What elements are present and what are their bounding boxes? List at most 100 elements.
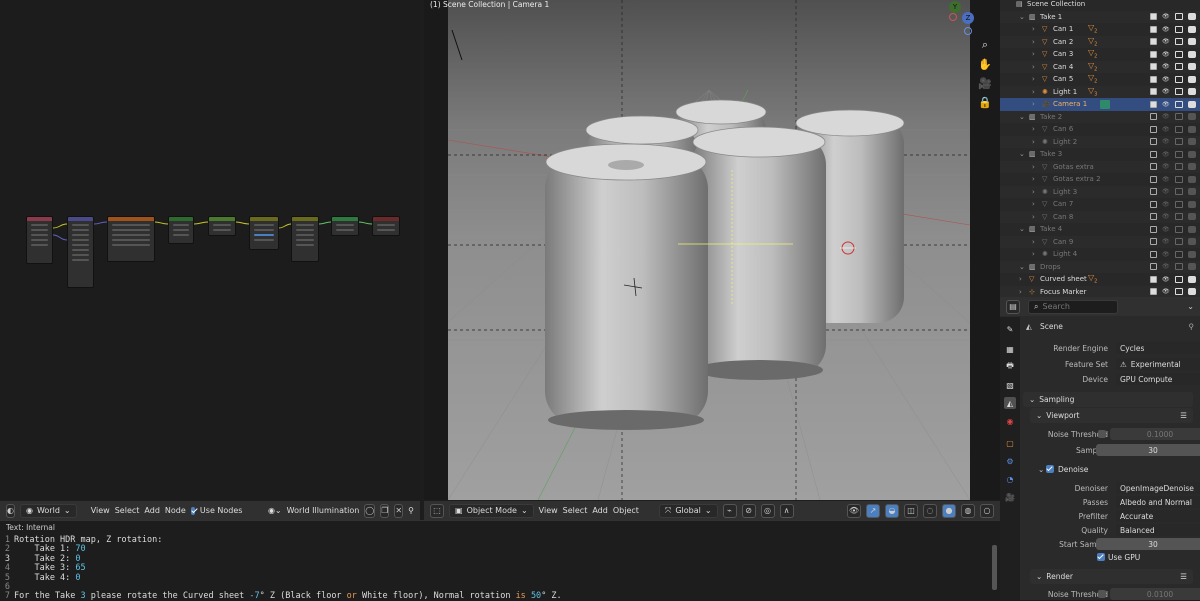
modifier-tab-icon[interactable]: ⚙	[1004, 455, 1016, 467]
mode-dropdown[interactable]: ▣ Object Mode ⌄	[449, 503, 534, 518]
quality-dropdown[interactable]: Balanced⌄	[1116, 524, 1200, 536]
viewport-3d[interactable]: (1) Scene Collection | Camera 1	[424, 0, 1000, 500]
fake-user-icon[interactable]: ◯	[364, 503, 376, 518]
text-line[interactable]: 6	[0, 582, 14, 592]
expand-arrow-icon[interactable]: ›	[1032, 163, 1035, 171]
wireframe-shading-icon[interactable]: ◌	[923, 503, 937, 518]
node-gamma[interactable]	[208, 216, 236, 236]
tool-tab-icon[interactable]: ✎	[1004, 323, 1016, 335]
text-line[interactable]: 7 For the Take 3 please rotate the Curved…	[0, 591, 562, 601]
render-camera-icon[interactable]	[1188, 263, 1196, 271]
expand-arrow-icon[interactable]: ⌄	[1019, 113, 1025, 121]
camera-data-icon[interactable]	[1100, 99, 1110, 109]
outliner-row[interactable]: › ▽ Can 8 👁	[1000, 210, 1200, 223]
prefilter-dropdown[interactable]: Accurate⌄	[1116, 510, 1200, 522]
menu-view[interactable]: View	[539, 506, 558, 515]
exclude-checkbox[interactable]	[1150, 213, 1157, 221]
modifier-badge-icon[interactable]: ▽2	[1088, 73, 1097, 85]
outliner-row[interactable]: › ▽ Gotas extra 👁	[1000, 160, 1200, 173]
solid-shading-icon[interactable]: ●	[942, 503, 956, 518]
text-editor[interactable]: 1 Rotation HDR map, Z rotation: 2 Take 1: …	[0, 534, 1000, 601]
render-camera-icon[interactable]	[1188, 38, 1196, 46]
eye-icon[interactable]: 👁	[1162, 63, 1170, 70]
eye-icon[interactable]: 👁	[1162, 76, 1170, 83]
falloff-icon[interactable]: ∧	[779, 503, 794, 518]
exclude-checkbox[interactable]	[1150, 13, 1157, 21]
outliner-row[interactable]: › ▽ Can 7 👁	[1000, 198, 1200, 211]
shader-type-dropdown[interactable]: ◉ World ⌄	[19, 503, 77, 518]
render-camera-icon[interactable]	[1188, 25, 1196, 33]
monitor-icon[interactable]	[1175, 75, 1183, 83]
menu-view[interactable]: View	[91, 506, 110, 515]
lock-icon[interactable]: 🔒	[975, 93, 995, 111]
expand-arrow-icon[interactable]: ›	[1032, 175, 1035, 183]
monitor-icon[interactable]	[1175, 275, 1183, 283]
expand-arrow-icon[interactable]: ›	[1032, 63, 1035, 71]
expand-arrow-icon[interactable]: ›	[1032, 88, 1035, 96]
monitor-icon[interactable]	[1175, 238, 1183, 246]
eye-icon[interactable]: 👁	[1162, 88, 1170, 95]
eye-icon[interactable]: 👁	[1162, 201, 1170, 208]
feature-set-dropdown[interactable]: ⚠Experimental⌄	[1116, 358, 1200, 370]
gizmo-toggle-icon[interactable]: ↗	[866, 503, 880, 518]
denoise-checkbox[interactable]	[1046, 465, 1054, 473]
node-world-output[interactable]	[372, 216, 400, 236]
noise-threshold-checkbox[interactable]	[1098, 430, 1106, 438]
eye-icon[interactable]: 👁	[1162, 26, 1170, 33]
expand-arrow-icon[interactable]: ›	[1032, 213, 1035, 221]
render-camera-icon[interactable]	[1188, 200, 1196, 208]
expand-arrow-icon[interactable]: ⌄	[1019, 13, 1025, 21]
render-camera-icon[interactable]	[1188, 188, 1196, 196]
render-camera-icon[interactable]	[1188, 88, 1196, 96]
denoiser-dropdown[interactable]: OpenImageDenoise⌄	[1116, 482, 1200, 494]
node-editor[interactable]	[0, 0, 420, 500]
monitor-icon[interactable]	[1175, 175, 1183, 183]
exclude-checkbox[interactable]	[1150, 238, 1157, 246]
menu-node[interactable]: Node	[165, 506, 186, 515]
eye-icon[interactable]: 👁	[1162, 288, 1170, 295]
eye-icon[interactable]: 👁	[1162, 151, 1170, 158]
pin-icon[interactable]: ⚲	[408, 506, 414, 515]
exclude-checkbox[interactable]	[1150, 150, 1157, 158]
gizmo-axis-y[interactable]: Y	[949, 1, 961, 13]
menu-add[interactable]: Add	[144, 506, 160, 515]
monitor-icon[interactable]	[1175, 38, 1183, 46]
monitor-icon[interactable]	[1175, 263, 1183, 271]
zoom-icon[interactable]: ⌕	[975, 36, 995, 54]
exclude-checkbox[interactable]	[1150, 263, 1157, 271]
outliner-row[interactable]: › ▽ Can 2 ▽2 👁	[1000, 35, 1200, 48]
exclude-checkbox[interactable]	[1150, 50, 1157, 58]
object-tab-icon[interactable]: ▢	[1004, 437, 1016, 449]
exclude-checkbox[interactable]	[1150, 88, 1157, 96]
render-camera-icon[interactable]	[1188, 275, 1196, 283]
monitor-icon[interactable]	[1175, 100, 1183, 108]
modifier-badge-icon[interactable]: ▽3	[1088, 86, 1097, 98]
render-camera-icon[interactable]	[1188, 100, 1196, 108]
render-camera-icon[interactable]	[1188, 138, 1196, 146]
expand-arrow-icon[interactable]: ›	[1032, 238, 1035, 246]
monitor-icon[interactable]	[1175, 250, 1183, 258]
render-camera-icon[interactable]	[1188, 113, 1196, 121]
monitor-icon[interactable]	[1175, 50, 1183, 58]
exclude-checkbox[interactable]	[1150, 188, 1157, 196]
world-name-field[interactable]: World Illumination	[287, 506, 360, 515]
exclude-checkbox[interactable]	[1150, 175, 1157, 183]
scene-tab-icon[interactable]: ◭	[1004, 397, 1016, 409]
output-tab-icon[interactable]: 🖶	[1004, 361, 1016, 373]
text-line[interactable]: 1 Rotation HDR map, Z rotation:	[0, 535, 163, 545]
noise-threshold-field[interactable]: 0.1000	[1110, 428, 1200, 440]
exclude-checkbox[interactable]	[1150, 138, 1157, 146]
eye-icon[interactable]: 👁	[1162, 263, 1170, 270]
outliner-row[interactable]: ⌄ ▥ Take 1 👁	[1000, 10, 1200, 23]
device-dropdown[interactable]: GPU Compute⌄	[1116, 373, 1200, 385]
text-line[interactable]: 2 Take 1: 70	[0, 544, 86, 554]
visibility-icon[interactable]: 👁	[847, 503, 861, 518]
render-subpanel-header[interactable]: ⌄ Render ☰	[1030, 569, 1193, 584]
render-camera-icon[interactable]	[1188, 13, 1196, 21]
expand-arrow-icon[interactable]: ›	[1019, 288, 1022, 296]
outliner-row[interactable]: › ▽ Gotas extra 2 👁	[1000, 173, 1200, 186]
sampling-panel-header[interactable]: ⌄ Sampling	[1023, 392, 1193, 407]
pivot-icon[interactable]: ⌁	[722, 503, 737, 518]
render-camera-icon[interactable]	[1188, 163, 1196, 171]
expand-arrow-icon[interactable]: ⌄	[1019, 150, 1025, 158]
